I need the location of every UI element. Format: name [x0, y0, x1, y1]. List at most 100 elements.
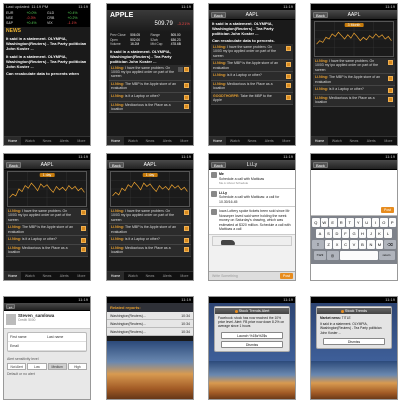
like-icon[interactable]	[184, 210, 189, 215]
backspace-key[interactable]: ⌫	[384, 240, 397, 249]
chart-period[interactable]: 1 day	[142, 173, 158, 177]
key[interactable]: D	[333, 229, 341, 238]
tab-more[interactable]: More	[176, 272, 193, 280]
key[interactable]: H	[358, 229, 367, 238]
like-icon[interactable]	[184, 247, 189, 253]
message-item[interactable]: Li.Ning: Mediocrious is the Place as a l…	[109, 101, 191, 114]
key[interactable]: B	[358, 240, 367, 249]
tab-alerts[interactable]: Alerts	[363, 137, 380, 145]
tab-alerts[interactable]: Alerts	[56, 272, 73, 280]
dismiss-button[interactable]: Dismiss	[221, 340, 283, 348]
key[interactable]: A	[316, 229, 324, 238]
like-icon[interactable]	[286, 83, 291, 89]
tab-more[interactable]: More	[380, 137, 397, 145]
message-item[interactable]: Li.Ning: Mediocrious is the Place as a l…	[313, 95, 395, 107]
tab-home[interactable]: Home	[4, 272, 22, 280]
message-item[interactable]: Li.Ning: I have the same problem. On 10/…	[109, 208, 191, 225]
key[interactable]: L	[384, 229, 392, 238]
tab-more[interactable]: More	[73, 272, 90, 280]
like-icon[interactable]	[184, 82, 189, 88]
tab-home[interactable]: Home	[107, 272, 125, 280]
like-icon[interactable]	[184, 94, 189, 100]
message-item[interactable]: Li.Ning: The MBP is the Apple store of a…	[211, 60, 293, 73]
key[interactable]: S	[324, 229, 333, 238]
key[interactable]: V	[350, 240, 358, 249]
like-icon[interactable]	[184, 103, 189, 109]
key[interactable]: O	[380, 218, 388, 227]
like-icon[interactable]	[286, 46, 291, 51]
like-icon[interactable]	[388, 88, 393, 94]
shift-key[interactable]: ⇧	[312, 240, 324, 249]
tab-watch[interactable]: Watch	[226, 137, 243, 145]
chat-item[interactable]: Li.Ly Schedule a call with Mattioas: a ca…	[209, 188, 295, 207]
back-button[interactable]: Back	[313, 162, 328, 168]
key[interactable]: M	[375, 240, 384, 249]
report-item[interactable]: Washington(Reuters)... 10:34	[107, 312, 193, 320]
like-icon[interactable]	[286, 74, 291, 80]
like-icon[interactable]	[81, 226, 86, 232]
avatar[interactable]	[6, 314, 16, 325]
tab-news[interactable]: News	[141, 272, 158, 280]
message-item[interactable]: Li.Ning: Mediocrious is the Place as a l…	[109, 245, 191, 257]
back-button[interactable]: Back	[109, 162, 124, 168]
tab-news[interactable]: News	[38, 272, 55, 280]
post-button[interactable]: Post	[279, 273, 293, 279]
tab-more[interactable]: More	[176, 137, 193, 145]
tab-news[interactable]: News	[141, 137, 158, 145]
price-chart[interactable]: 1 day	[110, 171, 190, 207]
like-icon[interactable]	[184, 226, 189, 232]
message-item[interactable]: Li.Ning: is it a Laptop or other?	[211, 72, 293, 82]
post-button[interactable]: Post	[380, 207, 394, 213]
tab-alerts[interactable]: Alerts	[261, 137, 278, 145]
tab-news[interactable]: News	[345, 137, 362, 145]
key[interactable]: Q	[312, 218, 320, 227]
tab-watch[interactable]: Watch	[124, 137, 141, 145]
last-name-field[interactable]: Last name	[47, 333, 84, 341]
message-item[interactable]: Li.Ning: is it a Laptop or other?	[6, 236, 88, 246]
back-button[interactable]: Back	[313, 12, 328, 18]
key[interactable]: J	[367, 229, 375, 238]
chat-item[interactable]: Iowa Lottery spoke tickets been sold sin…	[209, 207, 295, 235]
compose-area[interactable]: Post	[311, 170, 397, 216]
key[interactable]: E	[329, 218, 337, 227]
tab-alerts[interactable]: Alerts	[56, 137, 73, 145]
key[interactable]: N	[367, 240, 375, 249]
space-key[interactable]	[339, 251, 378, 260]
message-item[interactable]: Li.Ning: I have the same problem. On 10/…	[211, 44, 293, 61]
chart-period[interactable]: 3 Month	[344, 23, 364, 27]
like-icon[interactable]	[81, 238, 86, 244]
message-item[interactable]: Li.Ning: Mediocrious is the Place as a l…	[6, 245, 88, 257]
tab-watch[interactable]: Watch	[124, 272, 141, 280]
message-item[interactable]: Li.Ning: The MBP is the Apple store of a…	[313, 74, 395, 87]
key[interactable]: Y	[354, 218, 362, 227]
dismiss-button[interactable]: Dismiss	[323, 337, 385, 345]
tab-news[interactable]: News	[38, 137, 55, 145]
key[interactable]: X	[333, 240, 341, 249]
key[interactable]: T	[346, 218, 354, 227]
key[interactable]: I	[371, 218, 379, 227]
key[interactable]: Z	[324, 240, 333, 249]
level-medium[interactable]: Medium	[47, 363, 67, 370]
globe-key[interactable]: ◎	[326, 251, 339, 260]
key[interactable]: U	[363, 218, 371, 227]
message-item[interactable]: Li.Ning: is it a Laptop or other?	[313, 86, 395, 96]
first-name-field[interactable]: First name	[10, 333, 47, 341]
like-icon[interactable]	[286, 62, 291, 68]
tab-home[interactable]: Home	[107, 137, 125, 145]
key[interactable]: R	[337, 218, 345, 227]
like-icon[interactable]	[286, 94, 291, 100]
level-not-alert[interactable]: Not Alert	[7, 363, 27, 370]
back-button[interactable]: Back	[211, 12, 226, 18]
message-item[interactable]: Li.Ning: I have the same problem. On 10/…	[6, 208, 88, 225]
reply-icon[interactable]	[178, 66, 183, 72]
like-icon[interactable]	[184, 238, 189, 244]
message-item[interactable]: Li.Ning: I have the same problem. On 10/…	[109, 64, 191, 81]
message-item[interactable]: Li.Ning: The MBP is the Apple store of a…	[6, 224, 88, 237]
price-chart[interactable]: 1 day	[7, 171, 87, 207]
key[interactable]: C	[341, 240, 350, 249]
key[interactable]: G	[350, 229, 358, 238]
tab-more[interactable]: More	[73, 137, 90, 145]
tab-more[interactable]: More	[278, 137, 295, 145]
level-low[interactable]: Low	[27, 363, 47, 370]
report-item[interactable]: Washington(Reuters)... 10:34	[107, 328, 193, 336]
